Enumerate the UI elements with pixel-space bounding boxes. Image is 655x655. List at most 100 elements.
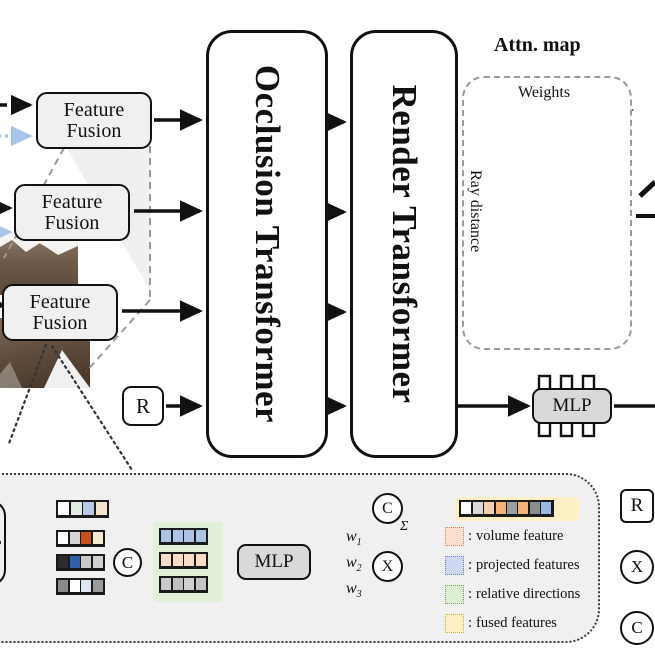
legend-label-2: projected features [476,557,580,573]
token-cell-2 [69,532,80,545]
weight-label-1: w1 [346,528,362,549]
legend-separator-2: : [468,557,473,573]
token-cell-3 [184,530,195,543]
projected-strip-1 [56,530,105,547]
attn-y-axis-label: Ray distance [467,170,484,253]
token-cell-2 [70,502,82,516]
key-symbol-x-label: X [630,557,644,576]
detail-concat-op[interactable]: C [113,548,142,577]
token-cell-2 [472,502,483,515]
key-symbol-x: X [620,550,654,584]
token-cell-3 [81,556,92,569]
ray-token-label: R [135,393,150,418]
volume-feature-strip [56,500,109,518]
detail-output-concat-label: C [382,499,393,517]
key-symbol-r-label: R [630,495,644,516]
detail-multiply-label: X [381,557,394,575]
fused-group-strip-2 [159,552,208,569]
sum-symbol: Σ [400,519,409,534]
legend-label-3: relative directions [476,586,581,602]
legend-item-2: : projected features [445,556,580,575]
weight-label-3: w3 [346,580,362,601]
projected-strip-3 [56,578,105,595]
diagram-canvas: Feature Fusion Feature Fusion Feature Fu… [0,0,655,655]
token-cell-2 [172,578,183,591]
token-cell-3 [184,554,195,567]
token-cell-2 [172,530,183,543]
attn-map-panel [462,76,632,350]
legend-label-4: fused features [476,615,557,631]
detail-mlp-box[interactable]: MLP [237,544,311,580]
token-cell-8 [541,502,552,515]
token-cell-4 [92,532,103,545]
token-cell-3 [81,532,92,545]
projected-strip-2 [56,554,105,571]
token-cell-4 [195,530,206,543]
key-symbol-c-label: C [631,618,643,637]
fused-group-strip-1 [159,528,208,545]
legend-item-3: : relative directions [445,585,580,604]
key-symbol-c: C [620,611,654,645]
token-cell-1 [161,554,172,567]
legend-separator-4: : [468,615,473,631]
ff3-line2: Fusion [32,311,88,334]
legend-swatch-4 [445,614,464,633]
token-cell-4 [495,502,506,515]
token-cell-2 [69,556,80,569]
token-cell-3 [184,578,195,591]
legend-item-1: : volume feature [445,527,563,546]
token-cell-4 [195,578,206,591]
legend-label-1: volume feature [476,528,564,544]
render-transformer-label: Render Transformer [385,84,424,404]
legend-separator-1: : [468,528,473,544]
ray-token-box[interactable]: R [122,386,164,426]
head-mlp-label: MLP [552,395,592,416]
feature-fusion-block-2[interactable]: Feature Fusion [14,184,130,241]
token-cell-1 [58,502,70,516]
fused-output-strip [459,500,554,517]
ff1-line2: Fusion [66,119,122,142]
render-transformer-box[interactable]: Render Transformer [350,30,458,458]
token-cell-5 [506,502,517,515]
token-cell-4 [92,556,103,569]
detail-concat-label: C [121,552,134,572]
ff3-line1: Feature [29,291,91,314]
token-cell-3 [484,502,495,515]
detail-multiply-op[interactable]: X [372,551,403,582]
token-cell-4 [95,502,107,516]
token-cell-1 [161,530,172,543]
token-cell-1 [58,532,69,545]
ff2-line1: Feature [41,191,103,214]
attn-map-title: Attn. map [494,34,581,56]
key-symbol-r: R [620,489,654,523]
legend-swatch-1 [445,527,464,546]
token-cell-7 [529,502,540,515]
occlusion-transformer-box[interactable]: Occlusion Transformer [206,30,328,458]
legend-swatch-2 [445,556,464,575]
legend-item-4: : fused features [445,614,557,633]
attn-x-axis-label: Weights [518,84,571,101]
token-cell-2 [172,554,183,567]
feature-fusion-block-1[interactable]: Feature Fusion [36,92,152,149]
detail-mlp-label: MLP [254,551,294,572]
detail-output-concat-op[interactable]: C [372,493,403,524]
token-cell-3 [83,502,95,516]
fused-group-strip-3 [159,576,208,593]
head-mlp-box[interactable]: MLP [532,388,612,424]
token-cell-1 [161,578,172,591]
feature-fusion-block-3[interactable]: Feature Fusion [2,284,118,341]
ff1-line1: Feature [63,99,125,122]
token-cell-6 [518,502,529,515]
token-cell-4 [92,580,103,593]
occlusion-transformer-label: Occlusion Transformer [248,64,287,424]
token-cell-3 [81,580,92,593]
token-cell-2 [69,580,80,593]
token-cell-1 [58,580,69,593]
token-cell-1 [58,556,69,569]
token-cell-4 [195,554,206,567]
legend-separator-3: : [468,586,473,602]
legend-swatch-3 [445,585,464,604]
token-cell-1 [461,502,472,515]
weight-label-2: w2 [346,554,362,575]
ff2-line2: Fusion [44,211,100,234]
